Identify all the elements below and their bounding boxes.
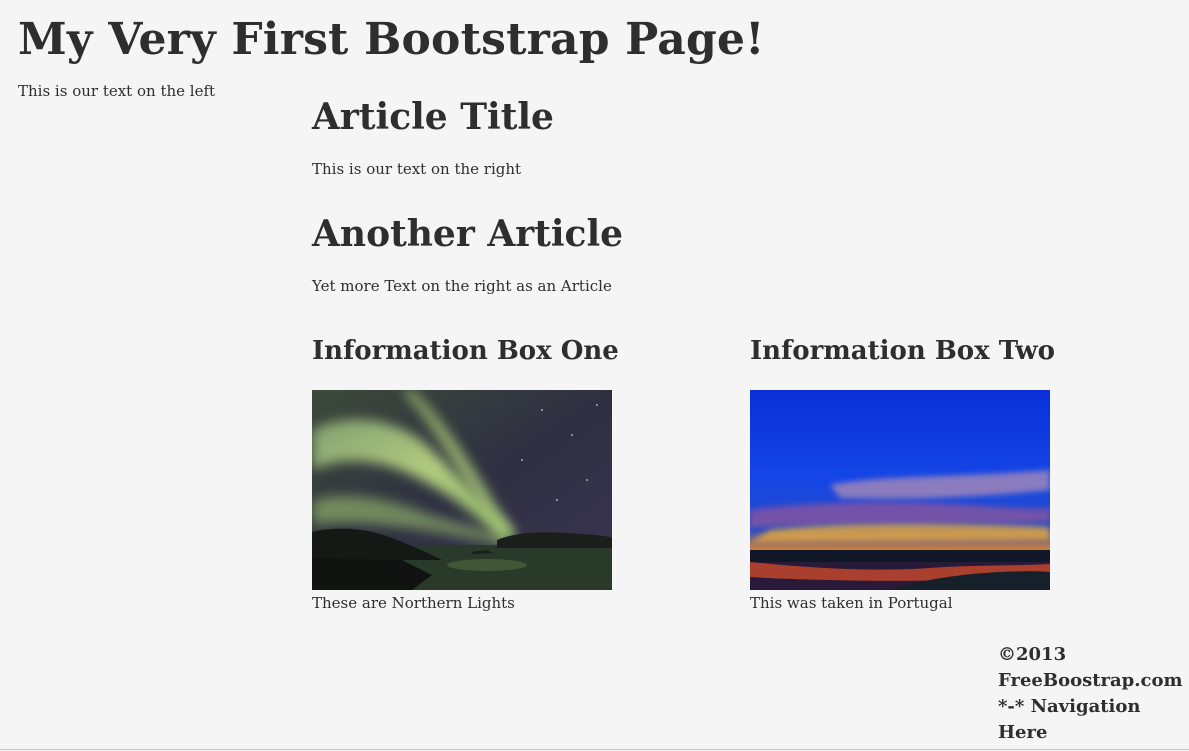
bottom-divider bbox=[0, 749, 1189, 750]
info-box-title: Information Box Two bbox=[750, 336, 1055, 366]
image-caption: This was taken in Portugal bbox=[750, 594, 953, 612]
site-name: FreeBoostrap.com bbox=[998, 670, 1183, 691]
article-body: This is our text on the right bbox=[312, 160, 522, 178]
navigation-placeholder-continued: Here bbox=[998, 722, 1048, 743]
northern-lights-image bbox=[312, 390, 612, 590]
article-body: Yet more Text on the right as an Article bbox=[312, 277, 612, 295]
copyright-text: ©2013 bbox=[998, 644, 1067, 665]
sunset-image bbox=[750, 390, 1050, 590]
article-title: Another Article bbox=[312, 213, 624, 255]
left-column-text: This is our text on the left bbox=[18, 82, 216, 100]
footer: ©2013 FreeBoostrap.com *-* Navigation He… bbox=[998, 642, 1186, 746]
navigation-placeholder: *-* Navigation bbox=[998, 696, 1141, 717]
image-caption: These are Northern Lights bbox=[312, 594, 515, 612]
info-box-title: Information Box One bbox=[312, 336, 619, 366]
article-title: Article Title bbox=[312, 96, 554, 138]
page-title: My Very First Bootstrap Page! bbox=[18, 14, 765, 65]
